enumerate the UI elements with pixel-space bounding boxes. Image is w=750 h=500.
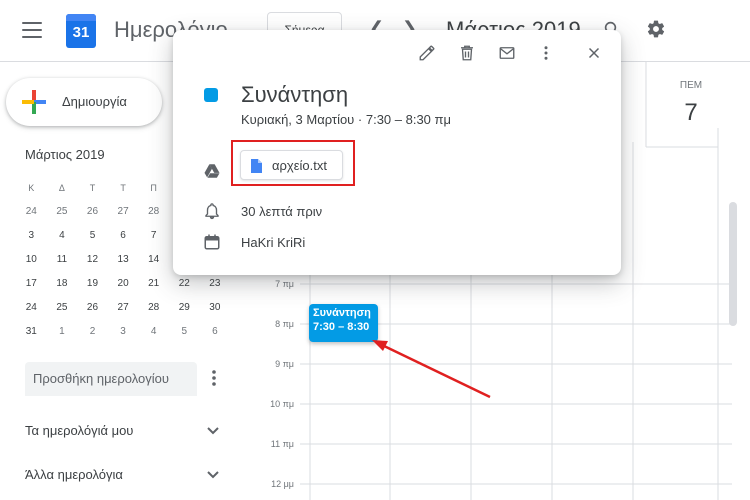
more-vert-icon[interactable] — [537, 44, 555, 62]
mini-calendar-day[interactable]: 20 — [108, 272, 139, 296]
attachment-name: αρχείο.txt — [272, 158, 327, 173]
mini-calendar-day[interactable]: 11 — [47, 248, 78, 272]
edit-icon[interactable] — [418, 44, 436, 62]
mini-calendar-day[interactable]: 21 — [138, 272, 169, 296]
bell-icon — [205, 203, 219, 220]
document-icon — [251, 159, 262, 173]
event-block-title: Συνάντηση — [313, 307, 371, 319]
more-vert-icon[interactable] — [211, 369, 217, 387]
mini-calendar-day[interactable]: 12 — [77, 248, 108, 272]
other-calendars-title[interactable]: Άλλα ημερολόγια — [25, 467, 123, 482]
mini-calendar-day[interactable]: 23 — [200, 272, 231, 296]
mini-calendar-day[interactable]: 19 — [77, 272, 108, 296]
reminder-text: 30 λεπτά πριν — [241, 204, 323, 219]
mini-calendar-day[interactable]: 5 — [77, 224, 108, 248]
event-block-time: 7:30 – 8:30 — [313, 321, 370, 333]
mini-calendar-day[interactable]: 24 — [16, 200, 47, 224]
logo-day: 31 — [72, 24, 90, 41]
event-datetime: Κυριακή, 3 Μαρτίου · 7:30 – 8:30 πμ — [241, 112, 451, 127]
main-menu-icon[interactable] — [22, 22, 42, 38]
mini-calendar-day[interactable]: 14 — [138, 248, 169, 272]
mini-calendar-day[interactable]: 26 — [77, 296, 108, 320]
create-button[interactable]: Δημιουργία — [6, 78, 162, 126]
mini-calendar-day[interactable]: 6 — [108, 224, 139, 248]
mini-calendar-day[interactable]: 13 — [108, 248, 139, 272]
mini-calendar-day[interactable]: 27 — [108, 296, 139, 320]
mini-calendar-day[interactable]: 24 — [16, 296, 47, 320]
calendar-icon — [204, 234, 220, 250]
mini-calendar-day[interactable]: 30 — [200, 296, 231, 320]
hour-label: 11 πμ — [270, 439, 294, 449]
chevron-down-icon[interactable] — [206, 426, 220, 436]
mini-calendar-day[interactable]: 6 — [200, 320, 231, 344]
event-title: Συνάντηση — [241, 82, 349, 107]
mini-calendar-day[interactable]: 7 — [138, 224, 169, 248]
scrollbar[interactable] — [729, 202, 737, 326]
mini-calendar-day[interactable]: 3 — [108, 320, 139, 344]
mini-calendar-day[interactable]: 28 — [138, 296, 169, 320]
create-button-label: Δημιουργία — [62, 94, 127, 109]
drive-icon — [204, 164, 220, 178]
event-details-popup: Συνάντηση Κυριακή, 3 Μαρτίου · 7:30 – 8:… — [173, 30, 621, 275]
mini-calendar-day[interactable]: 17 — [16, 272, 47, 296]
add-calendar-input[interactable]: Προσθήκη ημερολογίου — [25, 362, 197, 396]
delete-icon[interactable] — [458, 44, 476, 62]
mini-calendar-day[interactable]: 5 — [169, 320, 200, 344]
event-color-swatch — [204, 88, 218, 102]
hour-label: 8 πμ — [275, 319, 294, 329]
mini-calendar-weekday: Τ — [120, 183, 126, 193]
gear-icon[interactable] — [646, 19, 666, 39]
mini-calendar-day[interactable]: 4 — [138, 320, 169, 344]
mini-calendar-day[interactable]: 22 — [169, 272, 200, 296]
mini-calendar-day[interactable]: 28 — [138, 200, 169, 224]
email-icon[interactable] — [498, 44, 516, 62]
event-block[interactable]: Συνάντηση 7:30 – 8:30 — [309, 304, 378, 342]
calendar-app: 31 Ημερολόγιο Σήμερα ❮ ❯ Μάρτιος 2019 Δη… — [0, 0, 750, 500]
mini-calendar-day[interactable]: 29 — [169, 296, 200, 320]
mini-calendar-day[interactable]: 25 — [47, 200, 78, 224]
mini-calendar-day[interactable]: 3 — [16, 224, 47, 248]
mini-calendar-day[interactable]: 26 — [77, 200, 108, 224]
hour-label: 12 μμ — [271, 479, 294, 489]
mini-calendar-day[interactable]: 10 — [16, 248, 47, 272]
mini-calendar-day[interactable]: 1 — [47, 320, 78, 344]
hour-label: 7 πμ — [275, 279, 294, 289]
day-number: 7 — [684, 99, 698, 126]
mini-calendar-weekday: Κ — [28, 183, 35, 193]
mini-calendar-day[interactable]: 4 — [47, 224, 78, 248]
close-icon[interactable] — [585, 44, 603, 62]
mini-calendar-day[interactable]: 25 — [47, 296, 78, 320]
day-of-week: ΠΕΜ — [679, 80, 703, 91]
plus-icon — [22, 90, 46, 114]
mini-calendar-weekday: Τ — [89, 183, 96, 193]
my-calendars-title[interactable]: Τα ημερολόγιά μου — [25, 423, 133, 438]
hour-label: 10 πμ — [270, 399, 294, 409]
mini-calendar-day[interactable]: 31 — [16, 320, 47, 344]
calendar-logo-icon: 31 — [66, 14, 96, 48]
mini-calendar-weekday: Δ — [58, 183, 65, 193]
mini-calendar-day[interactable]: 18 — [47, 272, 78, 296]
hour-label: 9 πμ — [275, 359, 294, 369]
mini-calendar-day[interactable]: 27 — [108, 200, 139, 224]
attachment-chip[interactable]: αρχείο.txt — [240, 150, 343, 180]
chevron-down-icon[interactable] — [206, 470, 220, 480]
calendar-owner: HaKri KriRi — [241, 235, 306, 250]
mini-calendar-day[interactable]: 2 — [77, 320, 108, 344]
mini-calendar-title: Μάρτιος 2019 — [25, 147, 105, 162]
mini-calendar-weekday: Π — [150, 183, 157, 193]
day-header-thursday[interactable]: ΠΕΜ 7 — [646, 80, 736, 127]
